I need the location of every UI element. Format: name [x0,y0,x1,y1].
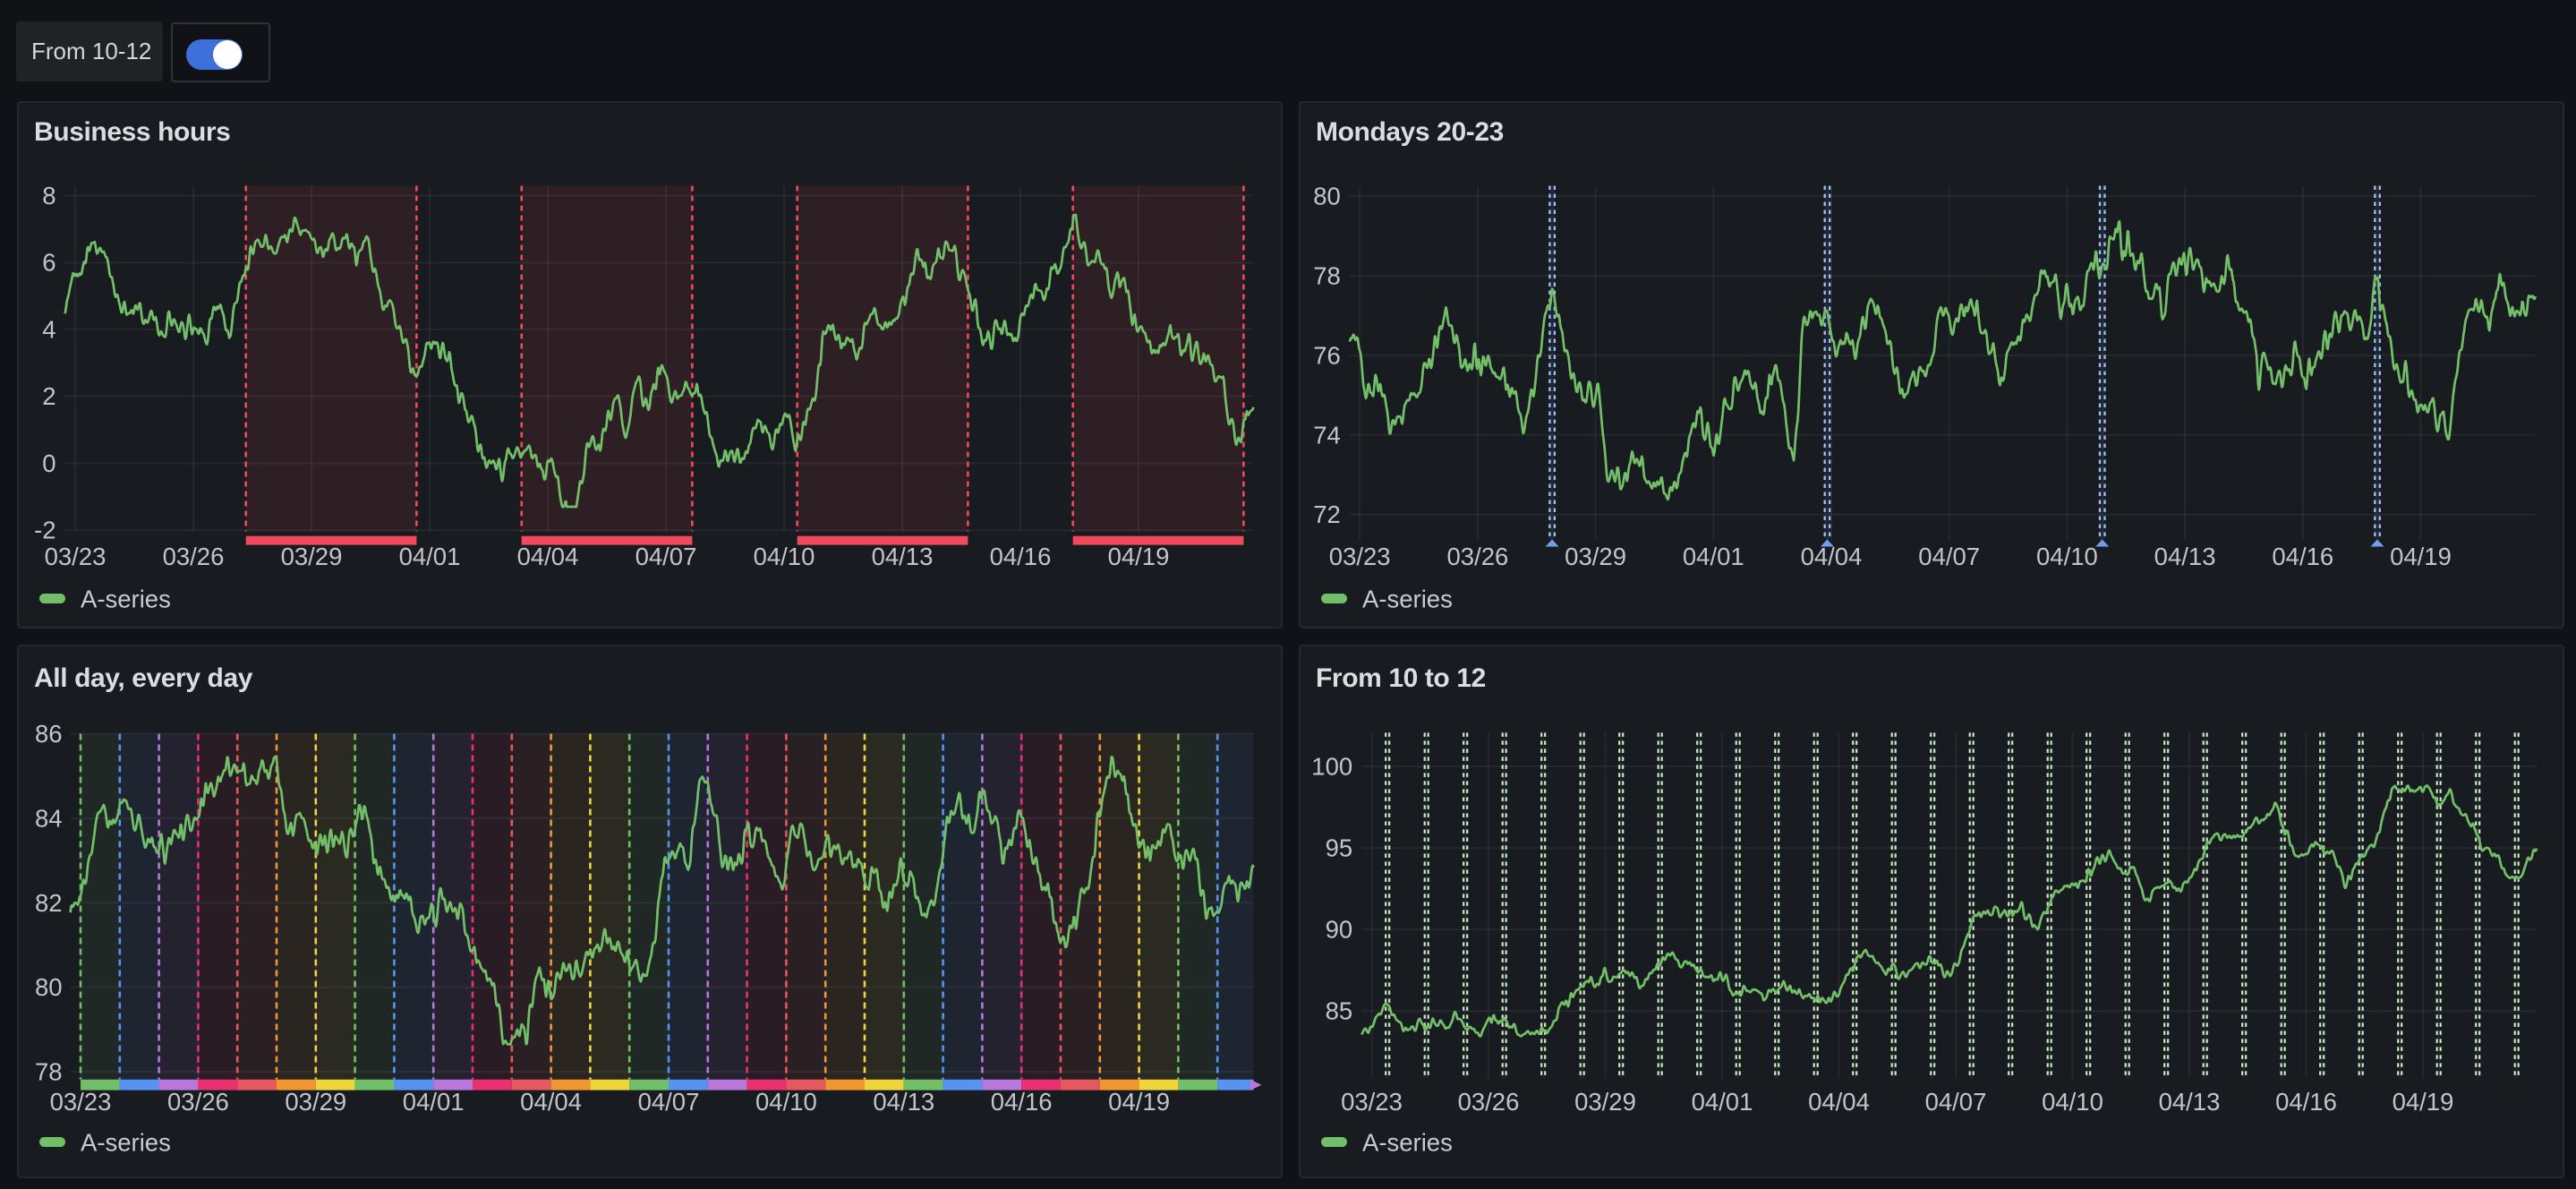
svg-text:03/29: 03/29 [1574,1088,1636,1116]
svg-text:04/01: 04/01 [1692,1088,1753,1116]
svg-text:04/10: 04/10 [2042,1088,2103,1116]
svg-text:04/01: 04/01 [399,543,461,570]
svg-text:78: 78 [1313,261,1341,289]
svg-text:04/07: 04/07 [638,1088,700,1116]
svg-text:A-series: A-series [1362,1129,1453,1157]
svg-text:03/29: 03/29 [285,1088,346,1116]
svg-text:03/23: 03/23 [50,1088,112,1116]
svg-text:04/13: 04/13 [873,1088,934,1116]
svg-text:03/26: 03/26 [1458,1088,1520,1116]
svg-text:76: 76 [1313,341,1341,369]
svg-text:04/13: 04/13 [2159,1088,2221,1116]
svg-text:85: 85 [1326,997,1353,1025]
svg-text:04/10: 04/10 [2036,543,2098,570]
svg-text:04/04: 04/04 [1801,543,1863,570]
svg-text:All day, every day: All day, every day [34,663,253,693]
svg-text:04/01: 04/01 [1683,543,1744,570]
svg-text:03/26: 03/26 [167,1088,229,1116]
svg-text:A-series: A-series [81,1129,171,1157]
svg-text:78: 78 [35,1058,63,1086]
svg-text:04/19: 04/19 [1108,543,1170,570]
svg-text:04/07: 04/07 [635,543,697,570]
svg-text:04/19: 04/19 [1108,1088,1170,1116]
svg-text:03/23: 03/23 [1329,543,1391,570]
svg-text:72: 72 [1313,500,1341,528]
svg-text:04/10: 04/10 [754,543,815,570]
svg-text:100: 100 [1311,753,1352,781]
svg-text:82: 82 [35,889,63,917]
svg-text:03/23: 03/23 [1341,1088,1403,1116]
svg-text:04/13: 04/13 [872,543,934,570]
svg-text:04/16: 04/16 [2272,543,2333,570]
svg-text:74: 74 [1313,421,1341,449]
svg-text:6: 6 [42,249,55,277]
svg-text:04/01: 04/01 [403,1088,465,1116]
svg-text:04/16: 04/16 [991,1088,1053,1116]
svg-text:04/13: 04/13 [2154,543,2216,570]
svg-text:90: 90 [1326,916,1353,944]
svg-text:From 10 to 12: From 10 to 12 [1316,663,1486,693]
svg-text:04/04: 04/04 [517,543,579,570]
svg-text:80: 80 [1313,183,1341,210]
svg-text:86: 86 [35,720,63,748]
svg-text:95: 95 [1326,834,1353,862]
svg-text:04/07: 04/07 [1918,543,1980,570]
svg-text:8: 8 [42,182,55,210]
svg-text:03/23: 03/23 [45,543,107,570]
svg-text:04/07: 04/07 [1925,1088,1987,1116]
svg-text:4: 4 [42,315,55,343]
svg-text:84: 84 [35,804,63,832]
svg-text:04/16: 04/16 [990,543,1052,570]
svg-text:03/29: 03/29 [1565,543,1626,570]
svg-text:Mondays 20-23: Mondays 20-23 [1316,117,1504,147]
svg-text:03/29: 03/29 [281,543,343,570]
svg-text:04/16: 04/16 [2275,1088,2337,1116]
svg-text:A-series: A-series [1362,586,1453,613]
svg-text:04/19: 04/19 [2390,543,2452,570]
svg-text:03/26: 03/26 [1446,543,1508,570]
svg-text:2: 2 [42,382,55,410]
svg-text:-2: -2 [34,517,55,544]
svg-text:A-series: A-series [81,586,171,613]
svg-text:0: 0 [42,449,55,477]
svg-text:03/26: 03/26 [163,543,225,570]
svg-text:04/04: 04/04 [1808,1088,1870,1116]
svg-text:Business hours: Business hours [34,117,230,147]
svg-text:04/04: 04/04 [520,1088,582,1116]
svg-text:04/19: 04/19 [2393,1088,2454,1116]
svg-text:80: 80 [35,973,63,1001]
svg-text:04/10: 04/10 [755,1088,817,1116]
